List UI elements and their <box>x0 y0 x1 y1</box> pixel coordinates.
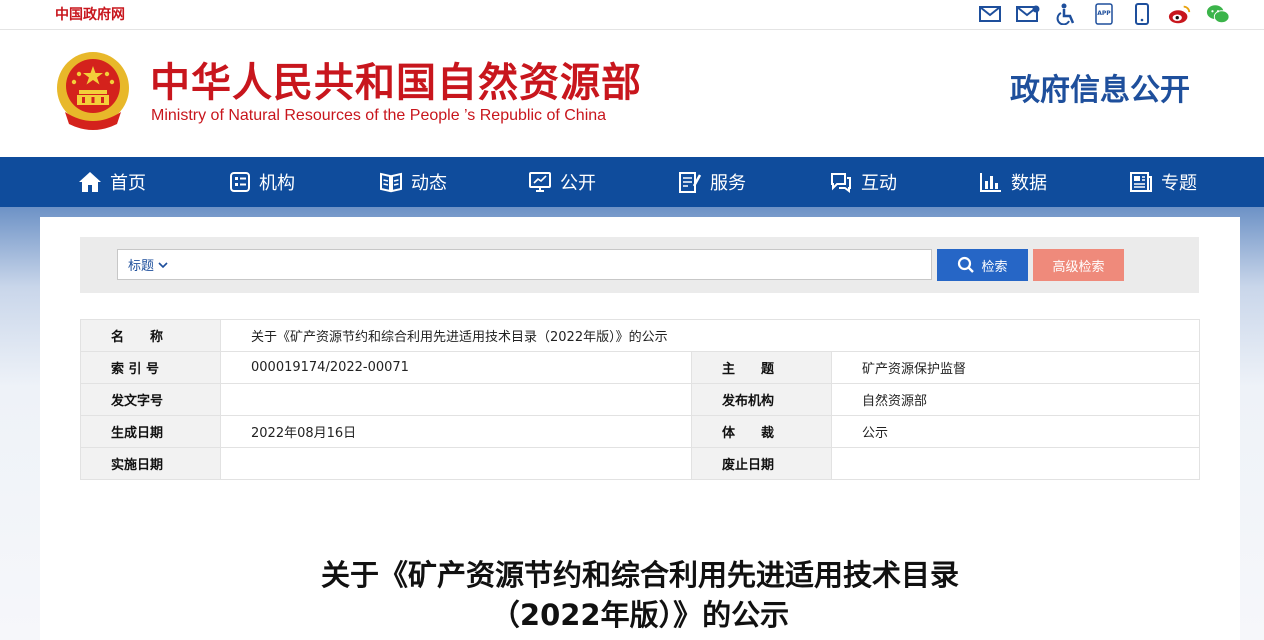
search-button[interactable]: 检索 <box>937 249 1028 281</box>
app-icon-label: APP <box>1097 10 1111 17</box>
search-field-select[interactable]: 标题 <box>118 250 178 279</box>
info-value-doc-no <box>220 383 692 416</box>
table-row: 生成日期 2022年08月16日 体 裁 公示 <box>80 415 1200 448</box>
wechat-icon[interactable] <box>1206 2 1230 26</box>
info-label: 发布机构 <box>691 383 832 416</box>
info-value-issuer: 自然资源部 <box>831 383 1200 416</box>
info-label: 体 裁 <box>691 415 832 448</box>
nav-label: 专题 <box>1161 173 1197 194</box>
info-value-topic: 矿产资源保护监督 <box>831 351 1200 384</box>
info-label: 实施日期 <box>80 447 221 480</box>
info-value-index: 000019174/2022-00071 <box>220 351 692 384</box>
info-value-genre: 公示 <box>831 415 1200 448</box>
advanced-search-label: 高级检索 <box>1052 259 1105 275</box>
table-row: 索 引 号 000019174/2022-00071 主 题 矿产资源保护监督 <box>80 351 1200 384</box>
nav-label: 首页 <box>110 173 146 194</box>
table-row: 发文字号 发布机构 自然资源部 <box>80 383 1200 416</box>
nav-item-public[interactable]: 公开 <box>528 157 596 207</box>
book-icon <box>380 172 402 193</box>
info-label: 发文字号 <box>80 383 221 416</box>
site-name-cn: 中华人民共和国自然资源部 <box>150 60 642 106</box>
chat-icon <box>831 173 851 193</box>
nav-item-interaction[interactable]: 互动 <box>829 157 897 207</box>
email-letter-icon[interactable] <box>1016 2 1040 26</box>
info-label: 索 引 号 <box>80 351 221 384</box>
nav-label: 公开 <box>560 173 596 194</box>
site-name-en: Ministry of Natural Resources of the Peo… <box>151 107 607 124</box>
article-title-line-1: 关于《矿产资源节约和综合利用先进适用技术目录 <box>320 558 959 592</box>
national-emblem-icon[interactable] <box>55 50 131 132</box>
weibo-icon[interactable] <box>1168 2 1192 26</box>
monitor-icon <box>529 172 551 192</box>
article-title-line-2: （2022年版）》的公示 <box>490 598 790 632</box>
info-label: 名 称 <box>80 319 221 352</box>
search-button-label: 检索 <box>981 259 1008 275</box>
mobile-icon[interactable] <box>1130 2 1154 26</box>
document-edit-icon <box>679 172 702 193</box>
nav-item-news[interactable]: 动态 <box>379 157 447 207</box>
nav-label: 服务 <box>710 173 746 194</box>
nav-label: 互动 <box>861 173 897 194</box>
article-title: 关于《矿产资源节约和综合利用先进适用技术目录 （2022年版）》的公示 <box>140 555 1140 635</box>
nav-item-data[interactable]: 数据 <box>979 157 1047 207</box>
nav-item-home[interactable]: 首页 <box>78 157 146 207</box>
nav-item-topics[interactable]: 专题 <box>1129 157 1197 207</box>
search-field-label: 标题 <box>128 259 155 274</box>
main-nav: 首页 机构 动态 公开 服务 互动 数据 专题 <box>0 157 1264 207</box>
accessibility-icon[interactable] <box>1054 2 1078 26</box>
search-input[interactable] <box>180 252 925 277</box>
info-label: 废止日期 <box>691 447 832 480</box>
nav-label: 机构 <box>259 173 295 194</box>
nav-label: 数据 <box>1011 173 1047 194</box>
section-title: 政府信息公开 <box>1010 73 1190 108</box>
top-tools: APP <box>978 2 1230 26</box>
nav-item-service[interactable]: 服务 <box>678 157 746 207</box>
nav-label: 动态 <box>411 173 447 194</box>
info-label: 生成日期 <box>80 415 221 448</box>
table-row: 实施日期 废止日期 <box>80 447 1200 480</box>
mail-icon[interactable] <box>978 2 1002 26</box>
app-icon[interactable]: APP <box>1092 2 1116 26</box>
table-row: 名 称 关于《矿产资源节约和综合利用先进适用技术目录（2022年版）》的公示 <box>80 319 1200 352</box>
advanced-search-button[interactable]: 高级检索 <box>1033 249 1124 281</box>
organization-icon <box>230 172 250 192</box>
info-value-date: 2022年08月16日 <box>220 415 692 448</box>
info-value-name: 关于《矿产资源节约和综合利用先进适用技术目录（2022年版）》的公示 <box>220 319 1200 352</box>
site-header: 中华人民共和国自然资源部 Ministry of Natural Resourc… <box>0 30 1264 157</box>
info-value-effective <box>220 447 692 480</box>
bar-chart-icon <box>980 173 1001 192</box>
newspaper-icon <box>1130 172 1152 192</box>
document-info-table: 名 称 关于《矿产资源节约和综合利用先进适用技术目录（2022年版）》的公示 索… <box>80 319 1200 480</box>
gov-portal-link[interactable]: 中国政府网 <box>55 4 125 24</box>
nav-item-organization[interactable]: 机构 <box>229 157 295 207</box>
info-label: 主 题 <box>691 351 832 384</box>
top-strip: 中国政府网 APP <box>0 0 1264 30</box>
search-icon <box>958 256 975 273</box>
search-box: 标题 <box>117 249 932 280</box>
info-value-expiry <box>831 447 1200 480</box>
home-icon <box>79 172 101 192</box>
chevron-down-icon <box>158 261 168 268</box>
